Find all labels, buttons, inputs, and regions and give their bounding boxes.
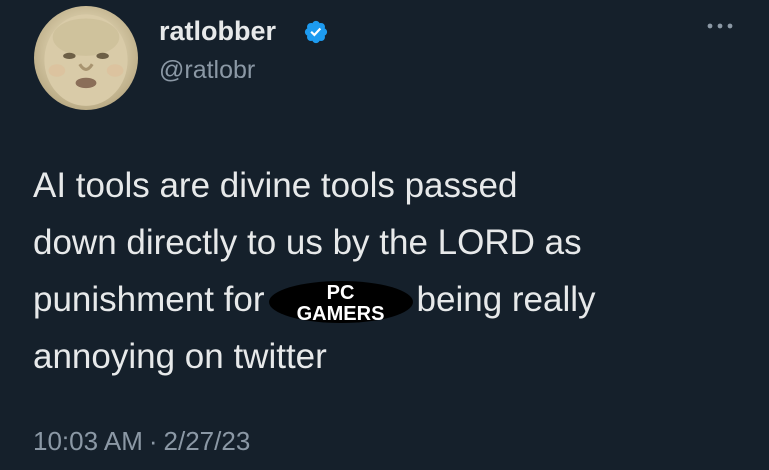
tweet-body: AI tools are divine tools passed down di… <box>33 157 753 385</box>
more-horizontal-icon[interactable] <box>703 16 737 36</box>
tweet-time: 10:03 AM <box>33 426 143 456</box>
tweet-line: AI tools are divine tools passed <box>33 166 518 205</box>
verified-badge-icon <box>304 20 328 44</box>
tweet-timestamp[interactable]: 10:03 AM · 2/27/23 <box>33 424 250 458</box>
author-handle[interactable]: @ratlobr <box>159 54 255 86</box>
tweet-line: annoying on twitter <box>33 337 327 376</box>
author-display-name[interactable]: ratlobber <box>159 14 276 48</box>
censor-blob: PC GAMERS <box>268 281 413 325</box>
author-avatar[interactable] <box>34 6 138 110</box>
baby-face-avatar-icon <box>44 14 128 106</box>
tweet-line-part: being really <box>416 280 596 319</box>
timestamp-separator: · <box>148 426 158 456</box>
tweet-line: punishment for PC GAMERS being really <box>33 271 753 328</box>
tweet-line: down directly to us by the LORD as <box>33 223 582 262</box>
tweet-date: 2/27/23 <box>163 426 251 456</box>
tweet-line-part: punishment for <box>33 280 265 319</box>
censor-label: PC GAMERS <box>296 282 385 325</box>
tweet-card: ratlobber @ratlobr AI tools are divine t… <box>0 0 769 470</box>
